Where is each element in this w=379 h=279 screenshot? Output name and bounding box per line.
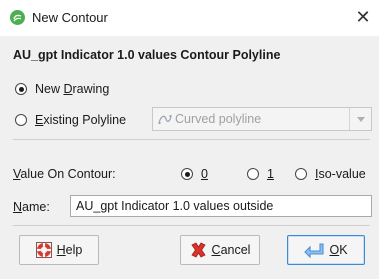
existing-polyline-select[interactable]: Curved polyline [152,107,372,131]
value-iso-label: Iso-value [315,167,366,181]
new-drawing-radio[interactable] [15,83,27,95]
dialog-heading: AU_gpt Indicator 1.0 values Contour Poly… [13,48,281,62]
divider [13,225,370,226]
value-iso-radio[interactable] [295,168,307,180]
cancel-x-icon [190,242,206,258]
chevron-down-icon[interactable] [349,108,371,130]
new-drawing-radio-option[interactable]: New Drawing [15,82,109,96]
name-field[interactable] [70,195,372,217]
help-button[interactable]: Help [19,235,99,265]
value-zero-radio[interactable] [181,168,193,180]
value-one-option[interactable]: 1 [247,167,274,181]
dialog-body: AU_gpt Indicator 1.0 values Contour Poly… [0,36,379,279]
ok-return-arrow-icon [304,243,325,258]
cancel-button-label: Cancel [211,243,251,257]
cancel-button[interactable]: Cancel [180,235,260,265]
value-on-contour-label: Value On Contour: [13,167,116,181]
contour-app-icon [10,10,25,25]
existing-polyline-radio-option[interactable]: Existing Polyline [15,113,126,127]
title-bar[interactable]: New Contour ✕ [0,0,379,36]
existing-polyline-radio[interactable] [15,114,27,126]
name-label: Name: [13,200,50,214]
existing-polyline-label: Existing Polyline [35,113,127,127]
value-one-label: 1 [267,167,274,181]
existing-polyline-value: Curved polyline [175,112,262,126]
value-zero-option[interactable]: 0 [181,167,208,181]
close-icon[interactable]: ✕ [353,7,373,27]
value-one-radio[interactable] [247,168,259,180]
help-lifebuoy-icon [35,242,52,258]
value-iso-option[interactable]: Iso-value [295,167,366,181]
divider [13,139,370,140]
value-zero-label: 0 [201,167,208,181]
help-button-label: Help [56,243,83,257]
window-title: New Contour [32,10,108,25]
ok-button-label: OK [329,243,348,257]
curved-polyline-icon [158,115,172,124]
new-drawing-label: New Drawing [35,82,110,96]
ok-button[interactable]: OK [287,235,365,265]
